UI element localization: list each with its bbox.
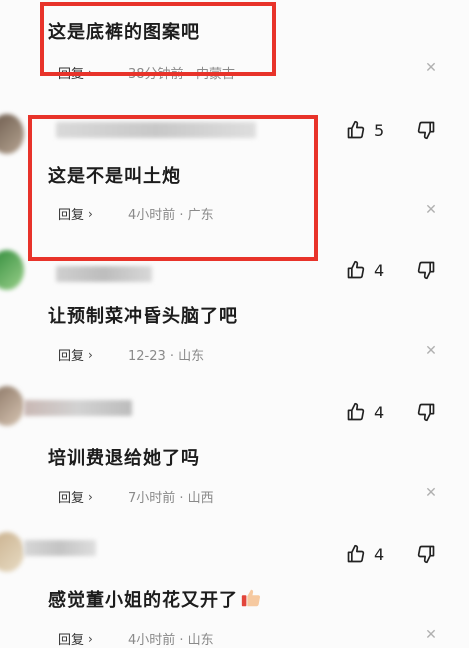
- close-icon[interactable]: ✕: [424, 202, 438, 218]
- username-blurred[interactable]: [56, 122, 256, 138]
- reply-button[interactable]: 回复 ›: [58, 345, 93, 365]
- reply-button[interactable]: 回复 ›: [58, 63, 93, 83]
- comment-meta: 38分钟前 · 内蒙古: [128, 67, 235, 82]
- reply-label: 回复: [58, 491, 85, 506]
- avatar[interactable]: [0, 532, 24, 572]
- comment-item: 5 这是不是叫土炮 回复 › 4小时前 · 广东 ✕: [0, 110, 469, 250]
- avatar[interactable]: [0, 250, 24, 290]
- comment-text: 这是底裤的图案吧: [48, 22, 200, 43]
- thumbs-up-icon: [346, 544, 366, 564]
- username-blurred[interactable]: [56, 266, 152, 282]
- close-icon[interactable]: ✕: [424, 485, 438, 501]
- like-button[interactable]: 4: [346, 544, 384, 564]
- reply-button[interactable]: 回复 ›: [58, 487, 93, 507]
- chevron-right-icon: ›: [88, 347, 93, 362]
- chevron-right-icon: ›: [88, 65, 93, 80]
- avatar[interactable]: [0, 386, 24, 426]
- reply-label: 回复: [58, 208, 85, 223]
- thumbs-up-icon: [346, 402, 366, 422]
- comment-meta: 4小时前 · 山东: [128, 633, 214, 648]
- chevron-right-icon: ›: [88, 206, 93, 221]
- like-count: 4: [374, 260, 385, 280]
- close-icon[interactable]: ✕: [424, 60, 438, 76]
- close-icon[interactable]: ✕: [424, 627, 438, 643]
- like-button[interactable]: 4: [346, 402, 384, 422]
- avatar[interactable]: [0, 114, 24, 154]
- comment-item: 这是底裤的图案吧 回复 › 38分钟前 · 内蒙古 ✕: [0, 0, 469, 100]
- reply-label: 回复: [58, 67, 85, 82]
- reply-button[interactable]: 回复 ›: [58, 629, 93, 648]
- reply-label: 回复: [58, 633, 85, 648]
- thumbs-up-emoji-icon: [240, 587, 262, 614]
- thumbs-down-icon: [416, 120, 436, 140]
- reply-button[interactable]: 回复 ›: [58, 204, 93, 224]
- dislike-button[interactable]: [416, 260, 436, 280]
- reply-label: 回复: [58, 349, 85, 364]
- like-button[interactable]: 5: [346, 120, 384, 140]
- thumbs-down-icon: [416, 544, 436, 564]
- comment-text: 感觉董小姐的花又开了: [48, 586, 262, 614]
- like-count: 5: [374, 120, 385, 140]
- thumbs-down-icon: [416, 260, 436, 280]
- comment-text-content: 感觉董小姐的花又开了: [48, 590, 238, 611]
- comment-text: 让预制菜冲昏头脑了吧: [48, 306, 238, 327]
- like-count: 4: [374, 402, 385, 422]
- comment-meta: 4小时前 · 广东: [128, 208, 214, 223]
- thumbs-up-icon: [346, 120, 366, 140]
- thumbs-up-icon: [346, 260, 366, 280]
- comment-item: 4 让预制菜冲昏头脑了吧 回复 › 12-23 · 山东 ✕: [0, 250, 469, 390]
- chevron-right-icon: ›: [88, 631, 93, 646]
- comment-text: 培训费退给她了吗: [48, 448, 200, 469]
- comment-item: 4 感觉董小姐的花又开了 回复 › 4小时前 · 山东 ✕: [0, 532, 469, 648]
- username-blurred[interactable]: [24, 400, 132, 416]
- chevron-right-icon: ›: [88, 489, 93, 504]
- dislike-button[interactable]: [416, 120, 436, 140]
- like-count: 4: [374, 544, 385, 564]
- comment-text: 这是不是叫土炮: [48, 166, 181, 187]
- username-blurred[interactable]: [24, 540, 96, 556]
- thumbs-down-icon: [416, 402, 436, 422]
- dislike-button[interactable]: [416, 544, 436, 564]
- comment-meta: 7小时前 · 山西: [128, 491, 214, 506]
- comment-item: 4 培训费退给她了吗 回复 › 7小时前 · 山西 ✕: [0, 386, 469, 532]
- comment-meta: 12-23 · 山东: [128, 349, 205, 364]
- dislike-button[interactable]: [416, 402, 436, 422]
- like-button[interactable]: 4: [346, 260, 384, 280]
- close-icon[interactable]: ✕: [424, 343, 438, 359]
